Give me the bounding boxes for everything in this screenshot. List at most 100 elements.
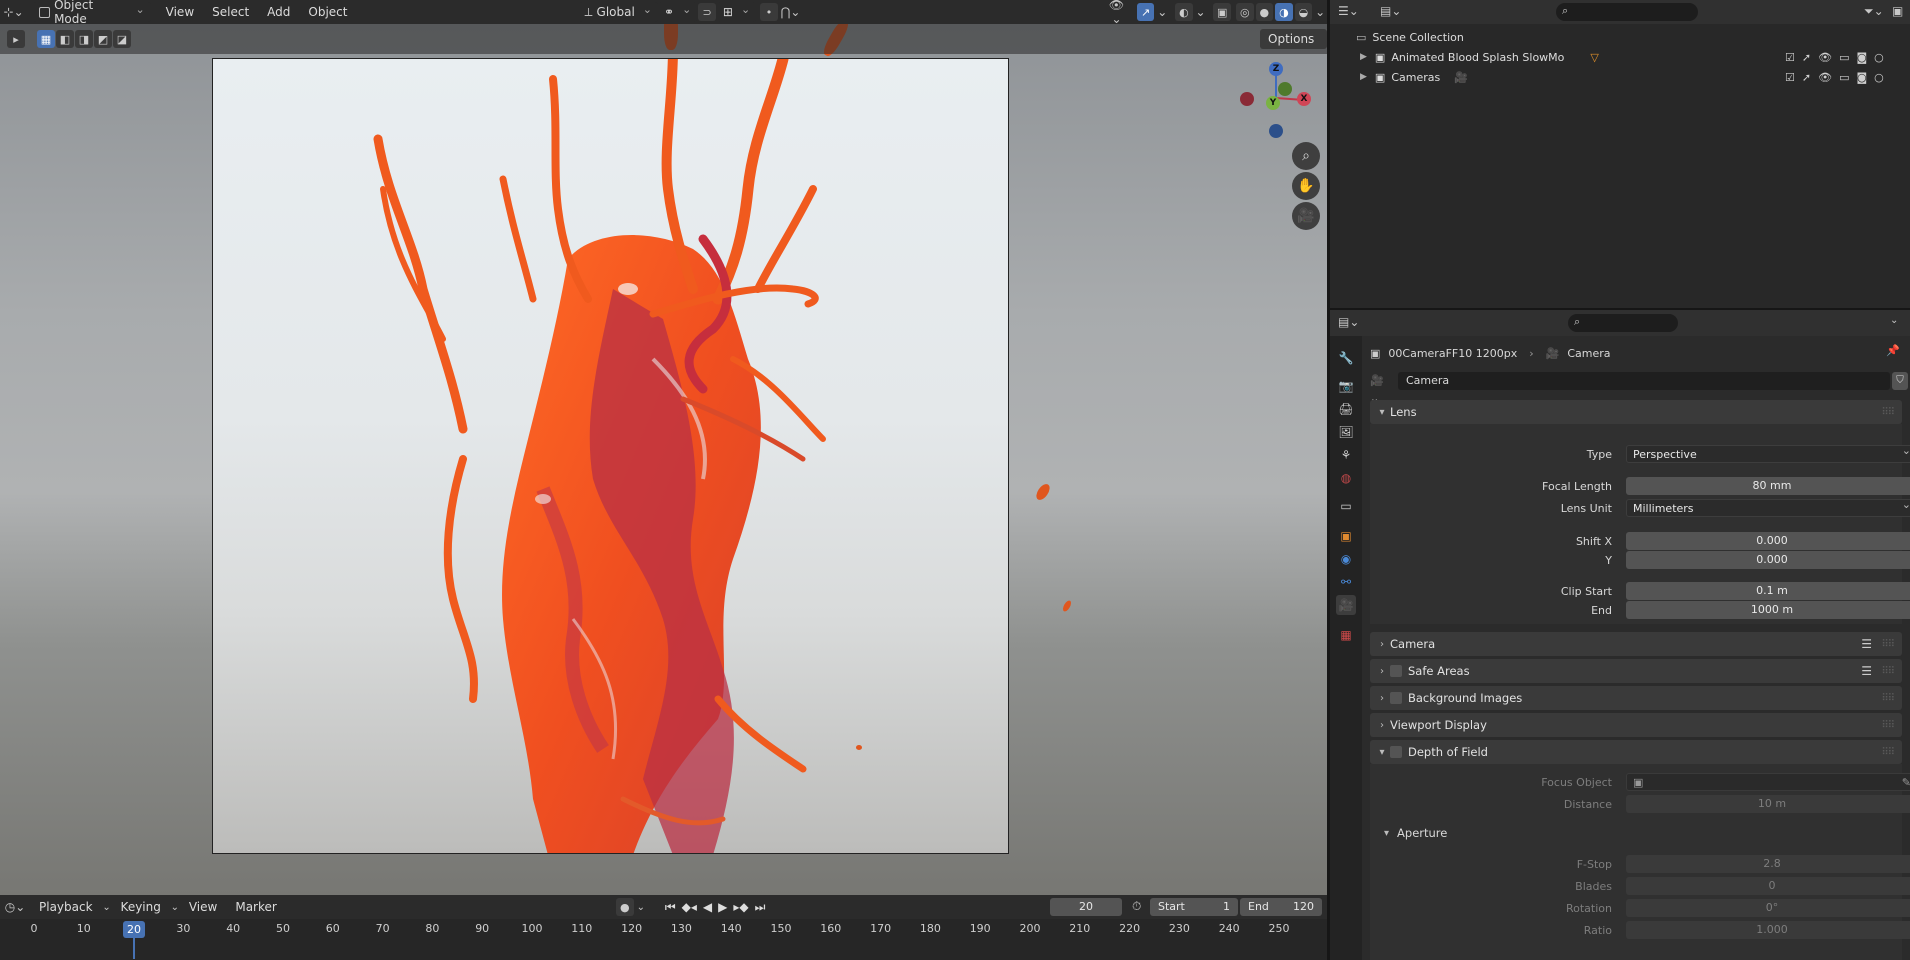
timeline-editor[interactable]: ◷⌄ Playback ⌄ Keying ⌄ View Marker ● ⌄ ⏮… <box>0 895 1327 960</box>
monitor-icon[interactable]: ▭ <box>1839 71 1849 84</box>
xray-toggle-icon[interactable]: ▣ <box>1213 3 1231 21</box>
menu-marker[interactable]: Marker <box>226 896 285 918</box>
ratio-field[interactable]: 1.000 <box>1626 921 1910 939</box>
camera-objects-icon[interactable]: 🎥 <box>1454 71 1468 84</box>
timeline-ruler[interactable]: 0 10 20 30 40 50 60 70 80 90 100 110 120 130 140 150 160… <box>0 919 1327 960</box>
camera-panel-header[interactable]: › Camera ☰ ⠿⠿ <box>1370 632 1902 656</box>
menu-keying[interactable]: Keying <box>112 896 170 918</box>
shift-y-field[interactable]: 0.000 <box>1626 551 1910 569</box>
camera-datablock-name-field[interactable]: Camera <box>1398 372 1890 390</box>
pin-icon[interactable]: 📌 <box>1886 344 1900 357</box>
pivot-dropdown[interactable]: ⚭ <box>658 2 698 22</box>
play-icon[interactable]: ▶ <box>718 900 727 915</box>
menu-view[interactable]: View <box>157 1 203 23</box>
aperture-subpanel-header[interactable]: ▾ Aperture <box>1384 824 1447 842</box>
render-camera-icon[interactable]: ◙ <box>1856 71 1867 84</box>
object-tab-icon[interactable]: ▣ <box>1336 526 1356 546</box>
shading-dropdown-icon[interactable]: ⌄ <box>1313 5 1327 19</box>
object-data-cone-icon[interactable]: ▽ <box>1590 51 1598 64</box>
scene-tab-icon[interactable]: ⚘ <box>1336 445 1356 465</box>
filter-icon[interactable]: ⏷⌄ <box>1864 4 1884 19</box>
holdout-icon[interactable]: ○ <box>1874 71 1884 84</box>
outliner-row-scene-collection[interactable]: ▭ Scene Collection <box>1330 27 1910 47</box>
holdout-icon[interactable]: ○ <box>1874 51 1884 64</box>
drag-grip-icon[interactable]: ⠿⠿ <box>1881 693 1895 704</box>
gizmo-dropdown-icon[interactable]: ⌄ <box>1155 5 1169 19</box>
drag-grip-icon[interactable]: ⠿⠿ <box>1881 666 1895 677</box>
select-extend-mode-icon[interactable]: ◧ <box>56 30 74 48</box>
gizmo-z-axis[interactable]: Z <box>1269 62 1283 76</box>
snap-toggle-icon[interactable]: ⊃ <box>698 3 716 21</box>
playhead-frame-indicator[interactable]: 20 <box>123 921 145 938</box>
overlays-toggle-icon[interactable]: ◐ <box>1175 3 1193 21</box>
drag-grip-icon[interactable]: ⠿⠿ <box>1881 639 1895 650</box>
lens-type-dropdown[interactable]: Perspective <box>1626 442 1910 463</box>
exclude-checkbox-icon[interactable]: ☑ <box>1785 51 1795 64</box>
menu-playback[interactable]: Playback <box>30 896 102 918</box>
shading-rendered-icon[interactable]: ◒ <box>1294 3 1313 21</box>
properties-search-input[interactable]: ⌕ <box>1568 314 1678 332</box>
options-chevron-icon[interactable]: ⌄ <box>1890 315 1898 326</box>
pan-hand-icon[interactable]: ✋ <box>1292 172 1320 200</box>
eye-icon[interactable]: 👁 <box>1818 51 1832 64</box>
physics-tab-icon[interactable]: ◉ <box>1336 549 1356 569</box>
clip-start-field[interactable]: 0.1 m <box>1626 582 1910 600</box>
tool-tab-icon[interactable]: 🔧 <box>1336 348 1356 368</box>
selectable-arrow-icon[interactable]: ➚ <box>1802 71 1811 84</box>
presets-list-icon[interactable]: ☰ <box>1861 637 1872 651</box>
end-frame-field[interactable]: End 120 <box>1240 898 1322 916</box>
distance-field[interactable]: 10 m <box>1626 795 1910 813</box>
render-tab-icon[interactable]: 📷 <box>1336 376 1356 396</box>
fstop-field[interactable]: 2.8 <box>1626 855 1910 873</box>
jump-end-icon[interactable]: ⏭ <box>755 900 766 915</box>
constraints-tab-icon[interactable]: ⚯ <box>1336 572 1356 592</box>
gizmo-y-axis[interactable]: Y <box>1266 96 1280 110</box>
navigation-gizmo[interactable]: Z X Y <box>1236 58 1316 138</box>
drag-grip-icon[interactable]: ⠿⠿ <box>1881 720 1895 731</box>
lens-unit-dropdown[interactable]: Millimeters <box>1626 496 1910 517</box>
world-tab-icon[interactable]: ◍ <box>1336 468 1356 488</box>
properties-editor-type-icon[interactable]: ▤⌄ <box>1338 315 1359 329</box>
outliner-editor[interactable]: ☰⌄ ▤⌄ ⌕ ⏷⌄ ▣ ▭ Scene Collection ▶ ▣ Anim… <box>1330 0 1910 308</box>
output-tab-icon[interactable]: 🖨 <box>1336 399 1356 419</box>
depth-of-field-panel-header[interactable]: ▾ Depth of Field ⠿⠿ <box>1370 740 1902 764</box>
drag-grip-icon[interactable]: ⠿⠿ <box>1881 407 1895 418</box>
expand-arrow-icon[interactable]: ▶ <box>1360 52 1367 62</box>
transform-orientation-dropdown[interactable]: ⟂ Global <box>578 2 659 22</box>
background-images-checkbox[interactable] <box>1390 692 1402 704</box>
gizmo-neg-x[interactable] <box>1240 92 1254 106</box>
exclude-checkbox-icon[interactable]: ☑ <box>1785 71 1795 84</box>
focus-object-field[interactable]: ▣ ✎ <box>1626 773 1910 791</box>
start-frame-field[interactable]: Start 1 <box>1150 898 1238 916</box>
object-mode-dropdown[interactable]: Object Mode <box>33 0 151 26</box>
select-box-mode-icon[interactable]: ▦ <box>37 30 55 48</box>
auto-keying-dropdown-icon[interactable]: ⌄ <box>635 902 647 913</box>
gizmo-toggle-icon[interactable]: ↗ <box>1136 3 1155 21</box>
new-collection-icon[interactable]: ▣ <box>1892 4 1903 18</box>
proportional-edit-icon[interactable]: • <box>760 3 778 21</box>
lens-panel-header[interactable]: ▾ Lens ⠿⠿ <box>1370 400 1902 424</box>
drag-grip-icon[interactable]: ⠿⠿ <box>1881 747 1895 758</box>
menu-view[interactable]: View <box>180 896 226 918</box>
rotation-field[interactable]: 0° <box>1626 899 1910 917</box>
area-separator[interactable] <box>1327 0 1330 960</box>
menu-add[interactable]: Add <box>258 1 299 23</box>
view-layer-tab-icon[interactable]: 🖼 <box>1336 422 1356 442</box>
prev-keyframe-icon[interactable]: ◆◂ <box>682 900 697 915</box>
background-images-panel-header[interactable]: › Background Images ⠿⠿ <box>1370 686 1902 710</box>
play-reverse-icon[interactable]: ◀ <box>703 900 712 915</box>
shading-wireframe-icon[interactable]: ◎ <box>1235 3 1254 21</box>
jump-start-icon[interactable]: ⏮ <box>665 900 676 915</box>
eyedropper-icon[interactable]: ✎ <box>1902 774 1910 792</box>
select-intersect-mode-icon[interactable]: ◪ <box>113 30 131 48</box>
selectable-arrow-icon[interactable]: ➚ <box>1802 51 1811 64</box>
fake-user-shield-icon[interactable]: ⛉ <box>1892 372 1908 390</box>
shift-x-field[interactable]: 0.000 <box>1626 532 1910 550</box>
properties-editor[interactable]: ▤⌄ ⌕ ⌄ 🔧 📷 🖨 🖼 ⚘ ◍ ▭ ▣ ◉ ⚯ 🎥 ▦ ▣ 00Camer… <box>1330 310 1910 960</box>
select-difference-mode-icon[interactable]: ◩ <box>94 30 112 48</box>
select-tool-icon[interactable]: ▸ <box>7 30 25 48</box>
timeline-editor-type-icon[interactable]: ◷⌄ <box>0 900 30 914</box>
snap-target-dropdown[interactable]: ⊞ <box>716 2 757 22</box>
outliner-search-input[interactable]: ⌕ <box>1556 3 1698 21</box>
viewport-display-panel-header[interactable]: › Viewport Display ⠿⠿ <box>1370 713 1902 737</box>
